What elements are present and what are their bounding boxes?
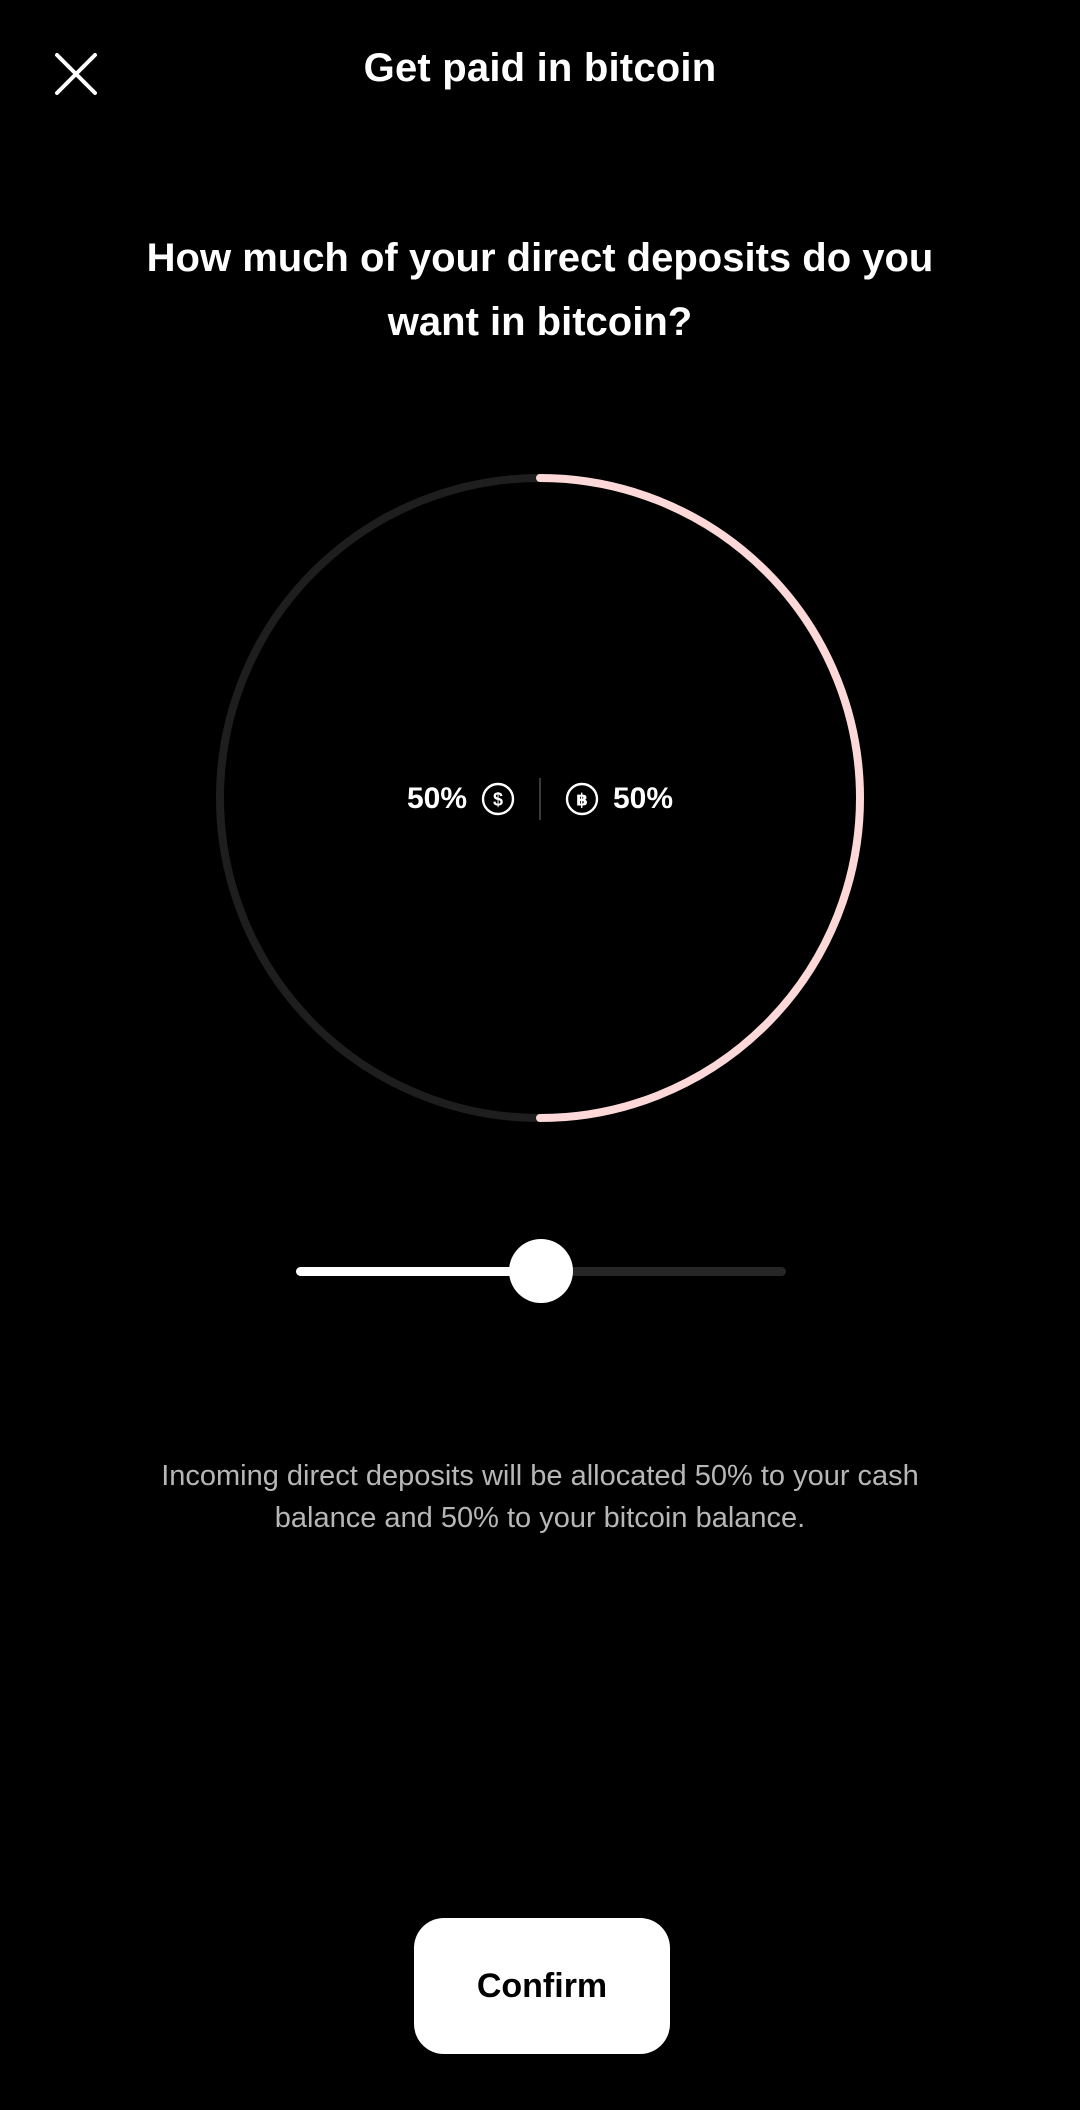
svg-text:฿: ฿: [576, 791, 588, 811]
cash-percent: 50%: [406, 782, 467, 815]
allocation-description: Incoming direct deposits will be allocat…: [161, 1460, 919, 1534]
allocation-question: How much of your direct deposits do you …: [146, 236, 934, 344]
slider-fill: [296, 1267, 541, 1276]
dollar-coin-icon: $: [481, 782, 515, 816]
confirm-button[interactable]: Confirm: [414, 1918, 670, 2054]
allocation-readout: 50% $ ฿ 50%: [0, 775, 1080, 823]
readout-divider: [539, 778, 541, 820]
svg-text:$: $: [493, 790, 503, 810]
page-title: Get paid in bitcoin: [363, 46, 717, 90]
allocation-slider[interactable]: [296, 1236, 786, 1306]
slider-thumb[interactable]: [509, 1239, 573, 1303]
bitcoin-coin-icon: ฿: [565, 782, 599, 816]
bitcoin-percent: 50%: [613, 782, 674, 815]
